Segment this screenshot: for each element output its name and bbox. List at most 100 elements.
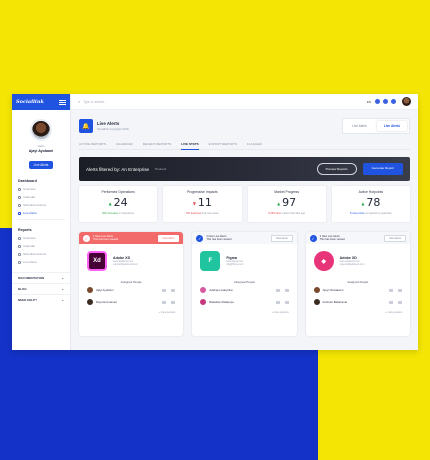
more-persons-link[interactable]: + more persons <box>79 308 183 317</box>
sidebar-item-label: Schedule Actions <box>23 203 47 207</box>
sidebar-item-live-alerts[interactable]: Live Alerts <box>12 209 70 217</box>
chevron-down-icon: ⌄ <box>61 298 64 302</box>
stats-row: Performed Operations ▲ 24 25% Increase in… <box>79 186 410 222</box>
stat-note: in Operations <box>118 212 135 215</box>
stat-note: than last week <box>201 212 219 215</box>
person-row: Dayo Emmanuel <box>79 296 183 308</box>
toggle-option-1[interactable]: Live Alerts <box>345 121 374 131</box>
view-alerts-button[interactable]: View Alerts <box>384 234 406 242</box>
mail-icon[interactable] <box>397 288 402 292</box>
stat-value: 24 <box>113 196 128 209</box>
check-icon: ✓ <box>83 234 90 242</box>
sidebar-item-label: Calendar <box>23 195 36 199</box>
tab-flagged[interactable]: FLAGGED <box>247 142 262 146</box>
sidebar-reports-title: Reports <box>18 228 32 232</box>
tab-calendar[interactable]: CALENDAR <box>116 142 133 146</box>
preview-reports-button[interactable]: Preview Reports <box>316 163 357 175</box>
sidebar-item-reports-calendar[interactable]: Calendar <box>12 242 70 250</box>
avatar <box>200 299 207 305</box>
message-icon[interactable] <box>388 288 393 292</box>
avatar <box>200 287 207 293</box>
stat-card: Progressive Impacts ▼ 11 8% lead loss tha… <box>163 186 242 222</box>
avatar <box>313 299 320 305</box>
person-name: Kehinde Babatunde <box>322 300 348 304</box>
more-persons-link[interactable]: + more persons <box>192 308 296 317</box>
tab-active-reports[interactable]: ACTIVE REPORTS <box>79 142 106 146</box>
sidebar-item-reports-overview[interactable]: Overview <box>12 234 70 242</box>
mail-icon[interactable] <box>284 300 289 304</box>
alert-card: ✓ 1 New Live Alerts This has been viewed … <box>79 232 184 336</box>
app-email[interactable]: support@adobexd.com <box>113 263 138 266</box>
collapse-label: NEED HELP? <box>18 298 38 302</box>
person-row: Babatide Oladipupo <box>192 296 296 308</box>
message-icon[interactable] <box>383 99 388 104</box>
avatar[interactable] <box>30 119 52 141</box>
mail-icon[interactable] <box>171 288 176 292</box>
mail-icon[interactable] <box>397 300 402 304</box>
sidebar-item-calendar[interactable]: Calendar <box>12 193 70 201</box>
mail-icon[interactable] <box>284 288 289 292</box>
check-icon: ✓ <box>196 234 204 242</box>
search-box[interactable]: ⌕ Type to search... <box>78 99 367 104</box>
stat-value: 11 <box>197 196 212 209</box>
message-icon[interactable] <box>275 288 280 292</box>
toggle-option-2[interactable]: Live Alerts <box>376 121 407 131</box>
mail-icon[interactable] <box>171 300 176 304</box>
check-icon: ✓ <box>309 234 317 242</box>
banner-tag[interactable]: Protocol <box>155 167 166 171</box>
message-icon[interactable] <box>388 300 393 304</box>
adobe-xd-logo-icon: Xd <box>87 251 107 271</box>
stat-title: Progressive Impacts <box>187 190 218 194</box>
user-avatar[interactable] <box>402 97 411 106</box>
notification-icon[interactable] <box>375 99 380 104</box>
message-icon[interactable] <box>162 300 167 304</box>
app-email[interactable]: info@figma.com <box>226 263 243 266</box>
profile-greeting: Hello <box>37 144 45 148</box>
gem-logo-icon: ◆ <box>313 251 334 271</box>
card-header: ✓ 2 New Live Alerts This has been viewed … <box>192 232 297 244</box>
stat-note-highlight: 25% Increase <box>102 212 118 215</box>
search-input[interactable]: Type to search... <box>83 100 107 104</box>
alert-cards: ✓ 1 New Live Alerts This has been viewed … <box>79 232 410 336</box>
figma-logo-icon: F <box>200 251 221 271</box>
brand-logo[interactable]: Sociallink <box>16 99 44 105</box>
view-alerts-button[interactable]: View Alerts <box>157 234 180 242</box>
language-selector[interactable]: EN <box>367 100 371 104</box>
stat-value: 78 <box>366 196 381 209</box>
topbar: ⌕ Type to search... EN <box>71 94 418 110</box>
generate-report-button[interactable]: Generate Report <box>362 163 403 175</box>
more-persons-link[interactable]: + more persons <box>306 308 410 317</box>
arrow-down-icon: ▼ <box>192 200 196 206</box>
settings-icon[interactable] <box>391 99 396 104</box>
person-name: Babatide Oladipupo <box>209 300 234 304</box>
schedule-icon <box>18 252 21 256</box>
sidebar-item-reports-schedule[interactable]: Schedule Actions <box>12 250 70 258</box>
search-icon: ⌕ <box>78 99 81 104</box>
stat-note-highlight: 8% lead loss <box>186 212 202 215</box>
message-icon[interactable] <box>162 288 167 292</box>
view-alerts-button[interactable]: View Alerts <box>270 234 293 242</box>
live-metrics-button[interactable]: Live Alerts <box>28 161 54 169</box>
tab-export-reports[interactable]: EXPORT REPORTS <box>209 142 237 146</box>
sidebar-item-label: Live Alerts <box>23 260 37 264</box>
app-email[interactable]: support@adobexd.com <box>340 263 365 266</box>
stat-note: market than last ago <box>281 212 306 215</box>
alert-card: ✓ 3 New Live Alerts This has been viewed … <box>305 232 410 336</box>
card-alert-note: This has been viewed <box>206 238 232 241</box>
card-alert-note: This has been viewed <box>319 238 345 241</box>
card-header: ✓ 1 New Live Alerts This has been viewed … <box>79 232 184 244</box>
divider <box>17 219 65 220</box>
sidebar-blog[interactable]: BLOG ⌄ <box>12 283 70 294</box>
sidebar-need-help[interactable]: NEED HELP? ⌄ <box>12 294 70 305</box>
sidebar-item-reports-live[interactable]: Live Alerts <box>12 258 70 266</box>
overview-icon <box>18 236 21 240</box>
hamburger-menu-icon[interactable] <box>59 99 66 105</box>
sidebar-item-overview[interactable]: Overview <box>12 185 70 193</box>
tab-live-stats[interactable]: LIVE STATS <box>181 142 199 150</box>
tab-recent-reports[interactable]: RECENT REPORTS <box>143 142 171 146</box>
sidebar-documentation[interactable]: DOCUMENTATION ⌄ <box>12 272 70 283</box>
sidebar-item-schedule[interactable]: Schedule Actions <box>12 201 70 209</box>
sidebar-item-label: Calendar <box>23 244 36 248</box>
message-icon[interactable] <box>275 300 280 304</box>
person-row: Ajayi Ayobami <box>79 284 183 296</box>
